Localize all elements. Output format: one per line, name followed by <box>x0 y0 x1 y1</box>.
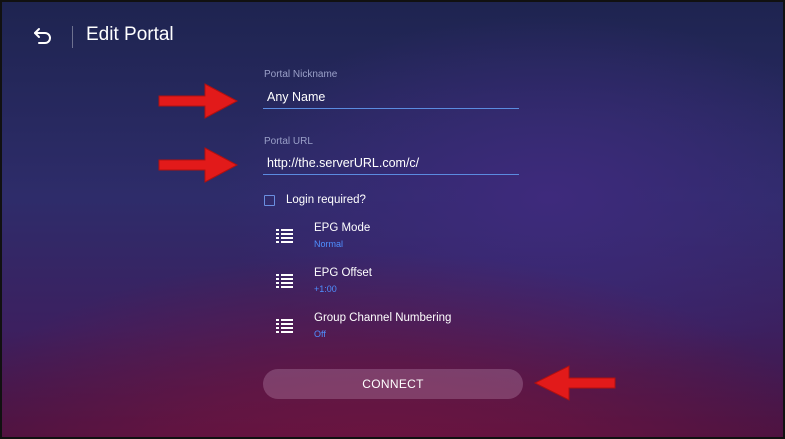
setting-value: Off <box>314 329 326 339</box>
setting-title: Group Channel Numbering <box>314 312 452 324</box>
setting-title: EPG Offset <box>314 267 372 279</box>
list-icon <box>274 271 296 289</box>
portal-url-input[interactable] <box>263 156 519 175</box>
list-icon <box>274 226 296 244</box>
setting-epg-mode[interactable]: EPG Mode Normal <box>274 222 534 254</box>
screen: Edit Portal Portal Nickname Portal URL L… <box>0 0 785 439</box>
header: Edit Portal <box>2 2 783 72</box>
back-arrow-icon[interactable] <box>32 24 54 46</box>
setting-group-channel-numbering[interactable]: Group Channel Numbering Off <box>274 312 534 344</box>
setting-epg-offset[interactable]: EPG Offset +1:00 <box>274 267 534 299</box>
connect-button[interactable]: CONNECT <box>263 369 523 399</box>
list-icon <box>274 316 296 334</box>
login-required-label: Login required? <box>286 194 366 206</box>
arrow-left-icon <box>533 365 616 401</box>
header-divider <box>72 26 73 48</box>
portal-nickname-label: Portal Nickname <box>264 69 338 80</box>
setting-value: +1:00 <box>314 284 337 294</box>
portal-nickname-input[interactable] <box>263 90 519 109</box>
setting-value: Normal <box>314 239 344 249</box>
login-required-checkbox[interactable] <box>264 194 275 206</box>
login-required-row[interactable]: Login required? <box>264 192 366 208</box>
setting-title: EPG Mode <box>314 222 371 234</box>
arrow-right-icon <box>158 83 239 119</box>
portal-url-label: Portal URL <box>264 136 313 147</box>
arrow-right-icon <box>158 147 239 183</box>
page-title: Edit Portal <box>86 24 174 45</box>
